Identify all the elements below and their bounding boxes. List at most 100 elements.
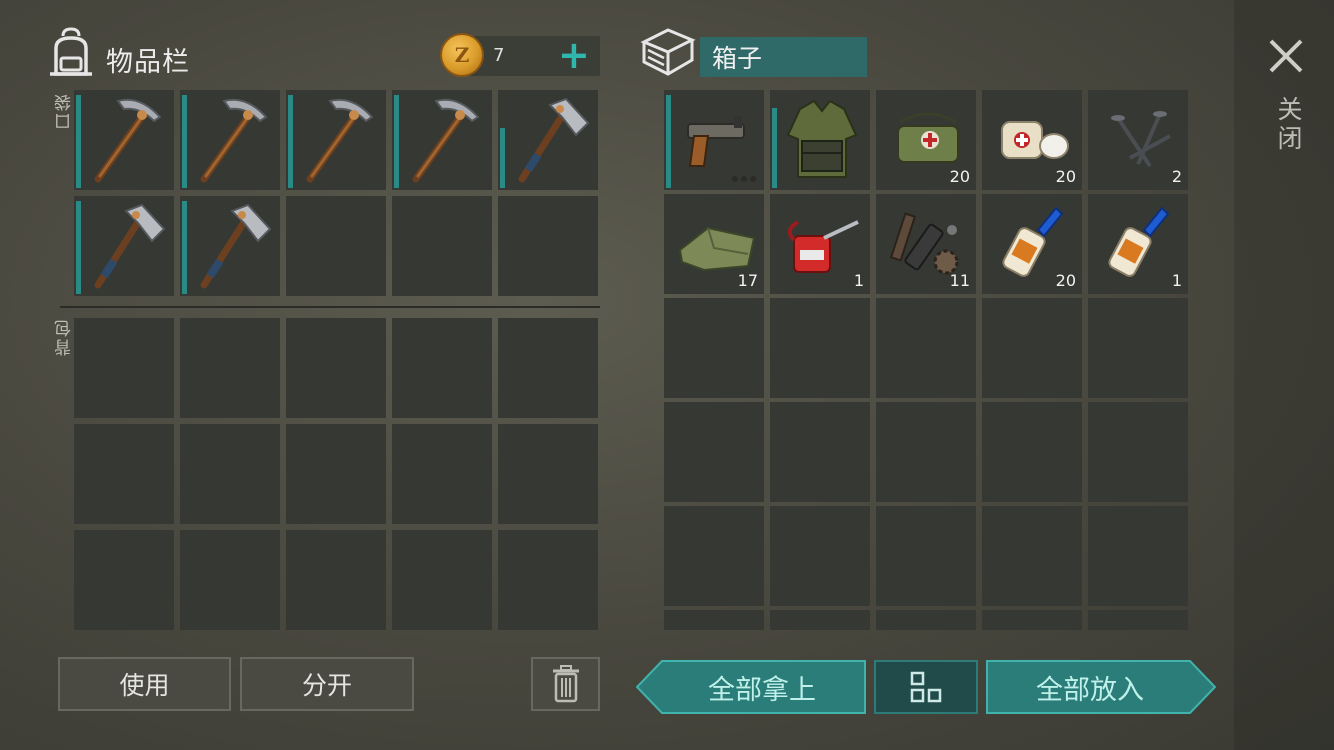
vest-icon [778, 94, 866, 186]
item-count: 1 [853, 271, 864, 290]
slot-bandage[interactable]: 20 [982, 90, 1082, 190]
empty-slot[interactable] [286, 530, 386, 630]
slot-oil-can[interactable]: 1 [770, 194, 870, 294]
slot-super-glue[interactable]: 20 [982, 194, 1082, 294]
slot-hatchet[interactable] [74, 196, 174, 296]
empty-slot[interactable] [286, 424, 386, 524]
take-all-button[interactable]: 全部拿上 [636, 660, 866, 714]
inventory-title: 物品栏 [106, 47, 190, 78]
empty-slot[interactable] [664, 506, 764, 606]
item-count: 11 [949, 271, 970, 290]
slot-vest[interactable] [770, 90, 870, 190]
item-count: 20 [1055, 167, 1076, 186]
empty-slot[interactable] [876, 610, 976, 630]
ammo-dots [732, 176, 756, 182]
close-label[interactable]: 关闭 [1270, 96, 1306, 154]
pocket-grid [74, 90, 600, 296]
item-count: 17 [737, 271, 758, 290]
coin-icon: Z [440, 33, 484, 77]
item-count: 2 [1171, 167, 1182, 186]
empty-slot[interactable] [74, 318, 174, 418]
empty-slot[interactable] [74, 424, 174, 524]
slot-nails[interactable]: 2 [1088, 90, 1188, 190]
slot-super-glue[interactable]: 1 [1088, 194, 1188, 294]
close-icon [1269, 39, 1303, 73]
empty-slot[interactable] [392, 196, 492, 296]
glue-icon [1096, 198, 1184, 290]
empty-slot[interactable] [664, 298, 764, 398]
slot-pickaxe[interactable] [286, 90, 386, 190]
grid-sort-icon [910, 671, 942, 703]
empty-slot[interactable] [392, 424, 492, 524]
slot-hatchet[interactable] [180, 196, 280, 296]
durability-bar [394, 95, 399, 188]
empty-slot[interactable] [1088, 610, 1188, 630]
slot-flare-gun[interactable] [664, 90, 764, 190]
empty-slot[interactable] [498, 196, 598, 296]
empty-slot[interactable] [770, 610, 870, 630]
empty-slot[interactable] [180, 530, 280, 630]
oil-can-icon [778, 198, 866, 290]
empty-slot[interactable] [286, 196, 386, 296]
backpack-icon [46, 26, 96, 78]
empty-slot[interactable] [498, 530, 598, 630]
durability-bar [76, 201, 81, 294]
take-all-label: 全部拿上 [708, 674, 816, 706]
slot-pickaxe[interactable] [180, 90, 280, 190]
hatchet-icon [188, 200, 276, 292]
empty-slot[interactable] [770, 506, 870, 606]
slot-hatchet[interactable] [498, 90, 598, 190]
pickaxe-icon [82, 94, 170, 186]
empty-slot[interactable] [770, 402, 870, 502]
slot-first-aid-bag[interactable]: 20 [876, 90, 976, 190]
empty-slot[interactable] [982, 298, 1082, 398]
empty-slot[interactable] [664, 402, 764, 502]
empty-slot[interactable] [180, 424, 280, 524]
hatchet-icon [506, 94, 594, 186]
durability-bar [76, 95, 81, 188]
trash-icon [552, 665, 579, 703]
empty-slot[interactable] [664, 610, 764, 630]
empty-slot[interactable] [876, 402, 976, 502]
slot-pickaxe[interactable] [392, 90, 492, 190]
empty-slot[interactable] [1088, 402, 1188, 502]
empty-slot[interactable] [392, 318, 492, 418]
backpack-grid [74, 318, 600, 630]
empty-slot[interactable] [982, 506, 1082, 606]
empty-slot[interactable] [498, 424, 598, 524]
put-all-label: 全部放入 [1036, 674, 1144, 706]
pickaxe-icon [400, 94, 488, 186]
pickaxe-icon [188, 94, 276, 186]
slot-spare-parts[interactable]: 11 [876, 194, 976, 294]
box-title: 箱子 [700, 37, 867, 77]
durability-bar [182, 95, 187, 188]
add-coins-button[interactable]: + [558, 36, 590, 74]
empty-slot[interactable] [982, 610, 1082, 630]
durability-bar [182, 201, 187, 294]
durability-bar [772, 108, 777, 188]
empty-slot[interactable] [286, 318, 386, 418]
empty-slot[interactable] [180, 318, 280, 418]
empty-slot[interactable] [1088, 506, 1188, 606]
slot-cloth[interactable]: 17 [664, 194, 764, 294]
empty-slot[interactable] [1088, 298, 1188, 398]
sort-button[interactable] [874, 660, 978, 714]
empty-slot[interactable] [392, 530, 492, 630]
empty-slot[interactable] [770, 298, 870, 398]
pickaxe-icon [294, 94, 382, 186]
put-all-button[interactable]: 全部放入 [986, 660, 1216, 714]
use-button[interactable]: 使用 [58, 657, 231, 711]
empty-slot[interactable] [876, 298, 976, 398]
trash-button[interactable] [531, 657, 600, 711]
slot-pickaxe[interactable] [74, 90, 174, 190]
flare-gun-icon [672, 94, 760, 186]
split-button[interactable]: 分开 [240, 657, 414, 711]
empty-slot[interactable] [74, 530, 174, 630]
durability-bar [666, 95, 671, 188]
nails-icon [1096, 94, 1184, 186]
empty-slot[interactable] [498, 318, 598, 418]
empty-slot[interactable] [982, 402, 1082, 502]
close-button[interactable] [1268, 38, 1304, 78]
empty-slot[interactable] [876, 506, 976, 606]
item-count: 1 [1171, 271, 1182, 290]
